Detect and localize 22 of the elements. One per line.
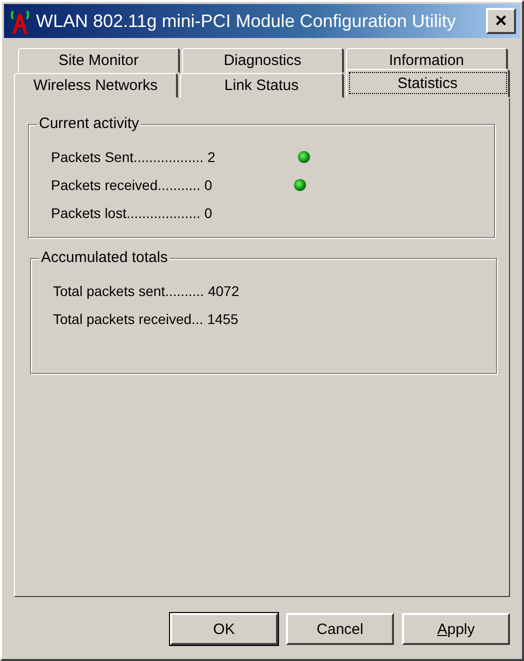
group-title: Current activity [37, 115, 142, 132]
stat-label: Total packets sent.......... [53, 283, 204, 299]
stat-label: Total packets received... [53, 311, 204, 327]
tab[interactable]: Statistics [346, 69, 510, 97]
antenna-icon [8, 8, 32, 34]
dialog-button[interactable]: OK [170, 613, 278, 645]
dialog-button[interactable]: Apply [402, 613, 510, 645]
close-button[interactable]: × [486, 8, 516, 34]
tab[interactable]: Link Status [180, 73, 344, 98]
stat-label: Packets lost................... [51, 205, 200, 221]
tab[interactable]: Wireless Networks [14, 73, 178, 98]
window-title: WLAN 802.11g mini-PCI Module Configuration Utility [36, 10, 457, 32]
stat-value: 2 [208, 149, 216, 165]
tab[interactable]: Diagnostics [182, 48, 344, 73]
stat-label: Packets received........... [51, 177, 200, 193]
stat-value: 0 [204, 205, 214, 221]
stat-value: 4072 [208, 283, 240, 299]
tab[interactable]: Site Monitor [18, 48, 180, 73]
stat-value: 1455 [207, 311, 240, 327]
dialog-button[interactable]: Cancel [286, 613, 394, 645]
stat-value: 0 [204, 177, 214, 193]
stat-label: Packets Sent.................. [51, 149, 204, 165]
